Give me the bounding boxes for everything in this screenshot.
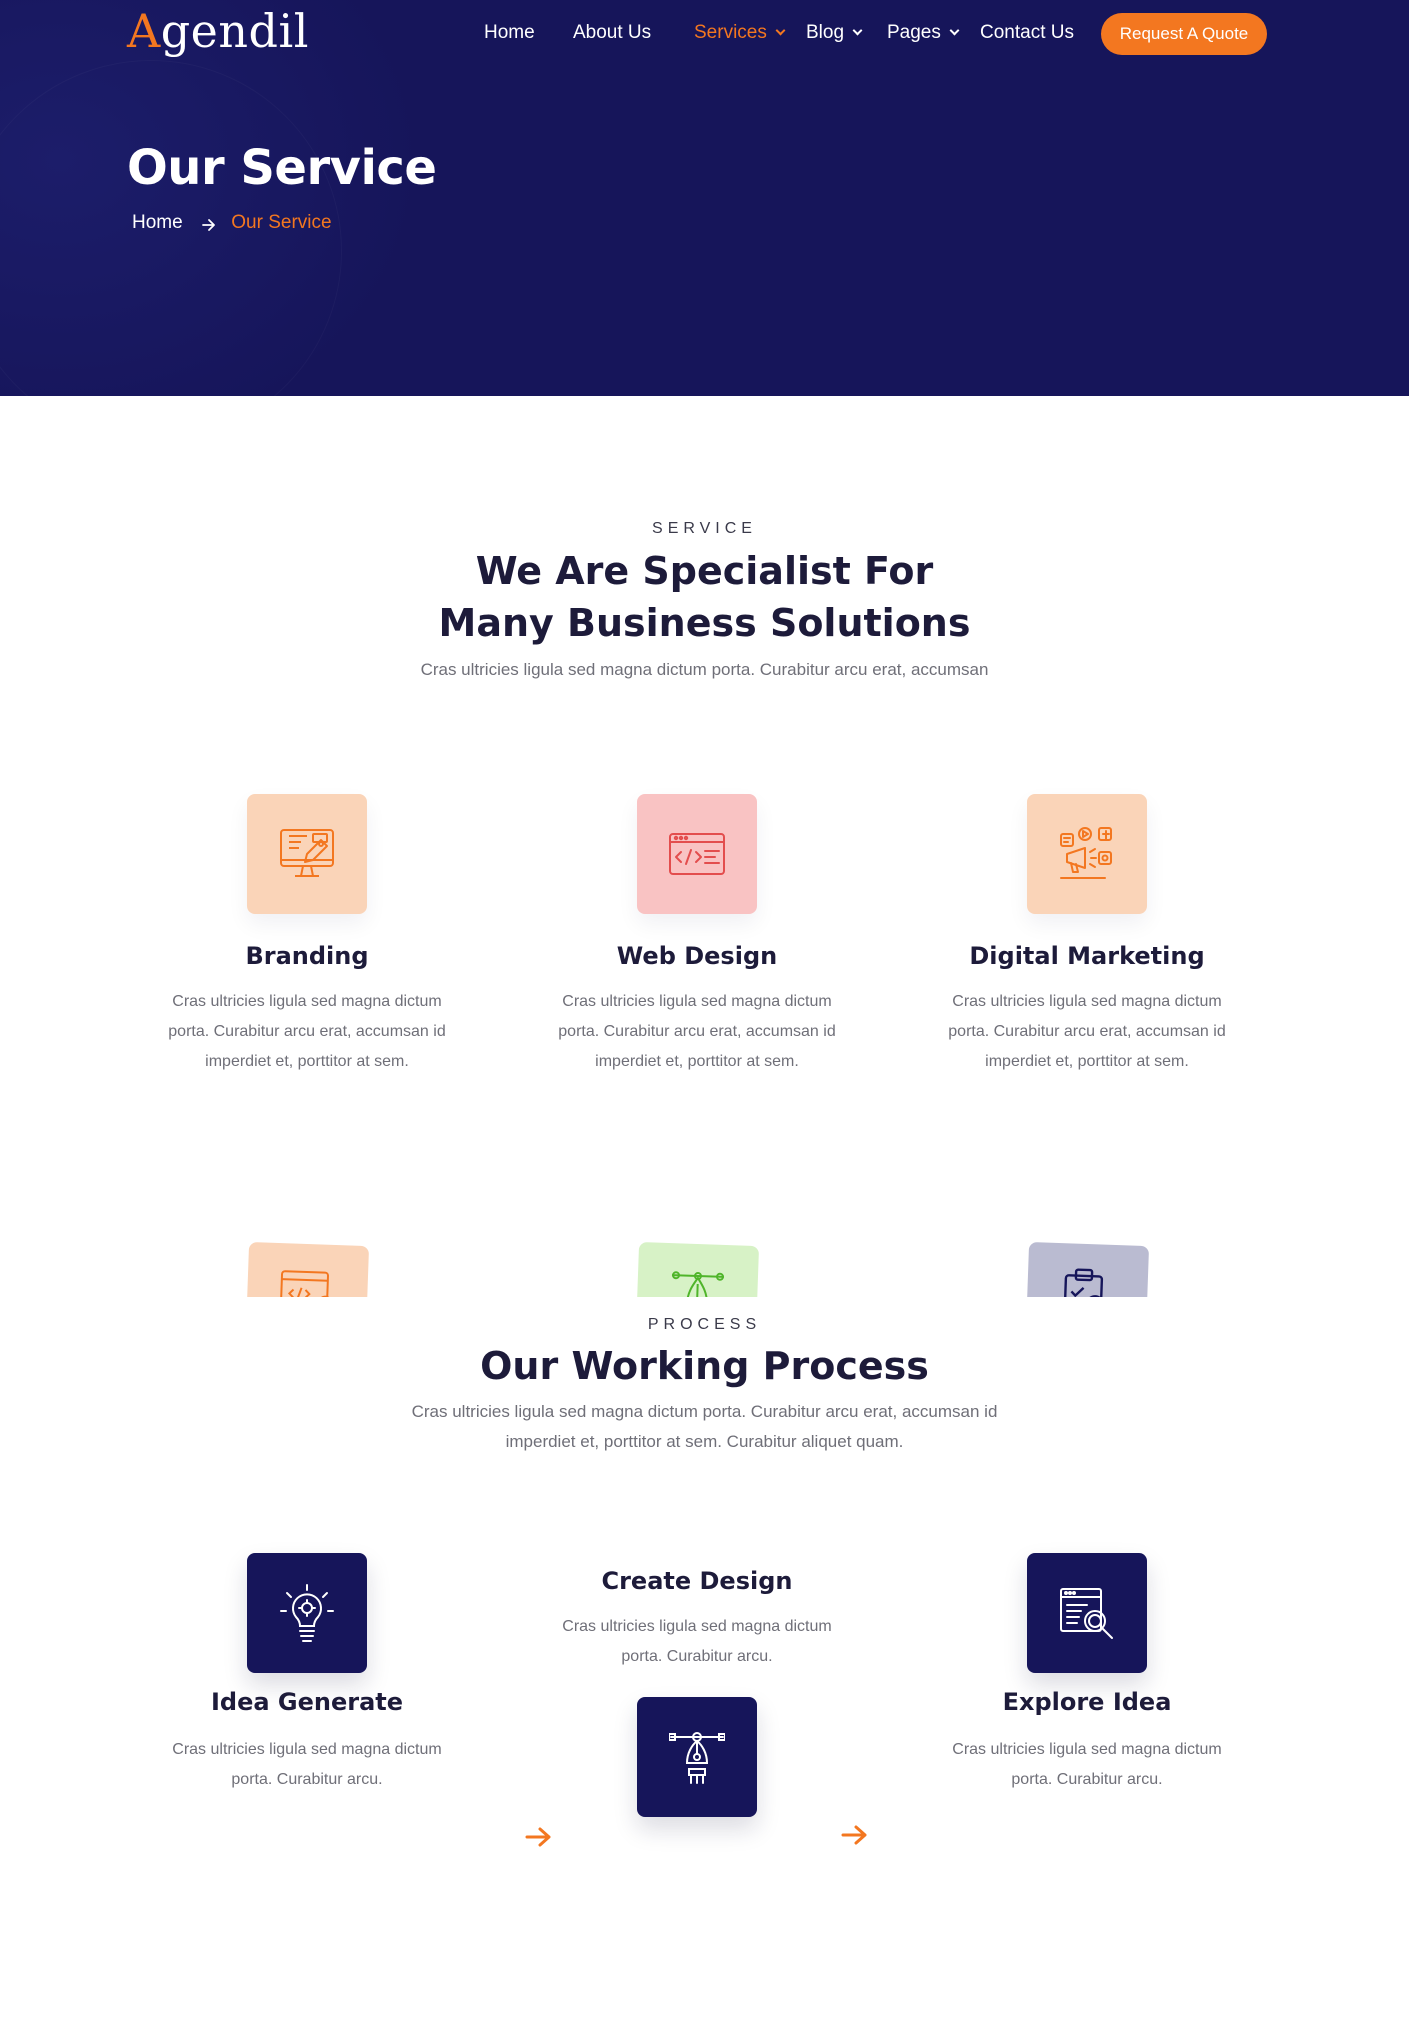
service-card-desc-line2: porta. Curabitur arcu erat, accumsan id <box>558 1023 836 1040</box>
process-step-title: Create Design <box>601 1567 793 1595</box>
service-card-desc-line2: porta. Curabitur arcu erat, accumsan id <box>168 1023 446 1040</box>
page-header-hero: Agendil Home About Us Services Blog Page… <box>0 0 1409 396</box>
arrow-right-icon <box>841 1824 869 1846</box>
process-step-desc-line2: porta. Curabitur arcu. <box>1011 1771 1163 1788</box>
megaphone-social-icon <box>1027 794 1147 914</box>
page-title: Our Service <box>127 140 437 196</box>
services-subtitle: Cras ultricies ligula sed magna dictum p… <box>420 660 989 679</box>
service-card-desc-line1: Cras ultricies ligula sed magna dictum <box>172 993 442 1010</box>
process-step-desc-line1: Cras ultricies ligula sed magna dictum <box>952 1741 1222 1758</box>
clipboard-search-icon[interactable] <box>1024 1241 1150 1297</box>
service-card-desc-line1: Cras ultricies ligula sed magna dictum <box>562 993 832 1010</box>
nav-services-label: Services <box>694 22 767 43</box>
service-card-desc-line2: porta. Curabitur arcu erat, accumsan id <box>948 1023 1226 1040</box>
breadcrumb: Home Our Service <box>132 212 332 234</box>
process-subtitle-line2: imperdiet et, porttitor at sem. Curabitu… <box>505 1432 904 1451</box>
nav-blog[interactable]: Blog <box>806 22 863 44</box>
process-title: Our Working Process <box>480 1344 929 1388</box>
services-next-row <box>0 1230 1409 1297</box>
process-step-title: Idea Generate <box>210 1688 404 1716</box>
service-card-desc-line1: Cras ultricies ligula sed magna dictum <box>952 993 1222 1010</box>
process-step-create-design[interactable]: Create Design Cras ultricies ligula sed … <box>532 1567 862 1817</box>
service-card-title: Digital Marketing <box>969 942 1205 970</box>
breadcrumb-current: Our Service <box>231 212 332 233</box>
nav-contact-us-label: Contact Us <box>980 22 1074 43</box>
process-step-desc-line2: porta. Curabitur arcu. <box>231 1771 383 1788</box>
service-card-desc-line3: imperdiet et, porttitor at sem. <box>595 1053 799 1070</box>
chevron-down-icon <box>775 25 786 36</box>
chevron-down-icon <box>852 25 863 36</box>
nav-pages-label: Pages <box>887 22 941 43</box>
logo-first-letter: A <box>127 4 161 58</box>
process-step-desc-line2: porta. Curabitur arcu. <box>621 1648 773 1665</box>
process-step-desc-line1: Cras ultricies ligula sed magna dictum <box>562 1618 832 1635</box>
nav-blog-label: Blog <box>806 22 845 43</box>
process-subtitle-line1: Cras ultricies ligula sed magna dictum p… <box>411 1402 998 1421</box>
nav-contact-us[interactable]: Contact Us <box>980 22 1074 44</box>
browser-search-icon <box>1027 1553 1147 1673</box>
branding-monitor-icon <box>247 794 367 914</box>
chevron-down-icon <box>949 25 960 36</box>
service-card-digital-marketing[interactable]: Digital Marketing Cras ultricies ligula … <box>922 794 1252 1084</box>
arrow-right-icon <box>525 1826 553 1848</box>
request-quote-button[interactable]: Request A Quote <box>1101 13 1267 55</box>
process-step-desc-line1: Cras ultricies ligula sed magna dictum <box>172 1741 442 1758</box>
logo-text: gendil <box>160 4 309 58</box>
process-step-title: Explore Idea <box>1002 1688 1172 1716</box>
service-card-branding[interactable]: Branding Cras ultricies ligula sed magna… <box>142 794 472 1084</box>
service-card-title: Web Design <box>616 942 778 970</box>
services-eyebrow: SERVICE <box>652 520 757 537</box>
services-title-line2: Many Business Solutions <box>438 601 971 645</box>
service-card-desc-line3: imperdiet et, porttitor at sem. <box>205 1053 409 1070</box>
nav-pages[interactable]: Pages <box>887 22 960 44</box>
process-step-explore-idea[interactable]: Explore Idea Cras ultricies ligula sed m… <box>922 1553 1252 1803</box>
breadcrumb-home[interactable]: Home <box>132 212 183 234</box>
nav-about-us[interactable]: About Us <box>573 22 651 44</box>
pen-tool-icon[interactable] <box>634 1241 760 1297</box>
pen-nib-icon <box>637 1697 757 1817</box>
nav-services[interactable]: Services <box>694 22 786 44</box>
services-title-line1: We Are Specialist For <box>475 549 934 593</box>
arrow-right-icon <box>202 216 216 231</box>
logo[interactable]: Agendil <box>127 4 309 58</box>
code-settings-icon[interactable] <box>244 1241 370 1297</box>
service-card-title: Branding <box>245 942 369 970</box>
nav-home-label: Home <box>484 22 535 43</box>
service-card-web-design[interactable]: Web Design Cras ultricies ligula sed mag… <box>532 794 862 1084</box>
process-step-idea-generate[interactable]: Idea Generate Cras ultricies ligula sed … <box>142 1553 472 1803</box>
nav-home[interactable]: Home <box>484 22 535 44</box>
lightbulb-gear-icon <box>247 1553 367 1673</box>
service-card-desc-line3: imperdiet et, porttitor at sem. <box>985 1053 1189 1070</box>
nav-about-us-label: About Us <box>573 22 652 43</box>
process-eyebrow: PROCESS <box>647 1316 762 1333</box>
code-window-icon <box>637 794 757 914</box>
